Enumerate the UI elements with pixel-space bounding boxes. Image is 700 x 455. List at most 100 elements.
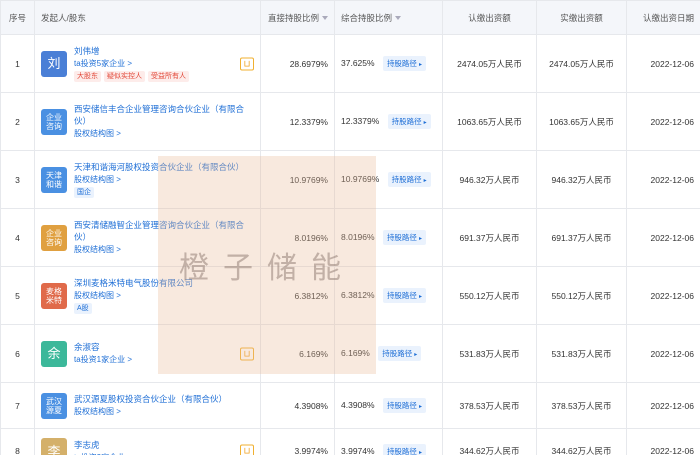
table-row: 3 天津 和谐 天津和谐海河股权投资合伙企业（有限合伙） 股权结构图 > 国企 1… xyxy=(0,150,700,209)
shareholder-name-link[interactable]: 李志虎 xyxy=(74,439,254,451)
shareholder-cell: 天津 和谐 天津和谐海河股权投资合伙企业（有限合伙） 股权结构图 > 国企 xyxy=(34,150,261,209)
tag-list: A股 xyxy=(74,303,254,314)
col-total-ratio[interactable]: 综合持股比例 xyxy=(334,0,443,35)
holding-path-button[interactable]: 持股路径 ▸ xyxy=(382,398,426,413)
holding-path-label: 持股路径 xyxy=(386,446,417,455)
tag: 受益所有人 xyxy=(148,71,189,82)
shareholder-detail-link[interactable]: 股权结构图 > xyxy=(74,243,254,256)
subscribed-amount: 2474.05万人民币 xyxy=(442,34,537,93)
shareholder-cell: 武汉 源夏 武汉源夏股权投资合伙企业（有限合伙） 股权结构图 > xyxy=(34,382,261,429)
col-paid: 实缴出资额 xyxy=(536,0,627,35)
direct-ratio: 6.169% xyxy=(260,324,335,383)
paid-amount: 691.37万人民币 xyxy=(536,208,627,267)
shareholder-name-link[interactable]: 天津和谐海河股权投资合伙企业（有限合伙） xyxy=(74,161,254,173)
shareholder-detail-link[interactable]: ta投资2家企业 > xyxy=(74,451,254,455)
row-index: 2 xyxy=(0,92,35,151)
avatar: 企业 咨询 xyxy=(41,224,67,251)
paid-amount: 550.12万人民币 xyxy=(536,266,627,325)
triangle-right-icon: ▸ xyxy=(418,236,422,242)
shareholder-detail-link[interactable]: 股权结构图 > xyxy=(74,289,254,302)
shareholder-name-link[interactable]: 深圳麦格米特电气股份有限公司 xyxy=(74,277,254,289)
table-row: 5 麦格 米特 深圳麦格米特电气股份有限公司 股权结构图 > A股 6.3812%… xyxy=(0,266,700,325)
holding-path-label: 持股路径 xyxy=(386,291,417,300)
shareholder-detail-link[interactable]: 股权结构图 > xyxy=(74,127,254,140)
shareholder-name-link[interactable]: 西安储信丰合企业管理咨询合伙企业（有限合伙） xyxy=(74,103,254,127)
row-index: 3 xyxy=(0,150,35,209)
total-ratio: 37.625% xyxy=(341,57,375,68)
subscribed-amount: 946.32万人民币 xyxy=(442,150,537,209)
total-ratio: 8.0196% xyxy=(341,231,375,242)
subscribed-amount: 531.83万人民币 xyxy=(442,324,537,383)
table-row: 2 企业 咨询 西安储信丰合企业管理咨询合伙企业（有限合伙） 股权结构图 > 12… xyxy=(0,92,700,151)
triangle-right-icon: ▸ xyxy=(423,178,427,184)
holding-path-label: 持股路径 xyxy=(391,117,422,126)
shareholder-cell: 麦格 米特 深圳麦格米特电气股份有限公司 股权结构图 > A股 xyxy=(34,266,261,325)
holding-path-button[interactable]: 持股路径 ▸ xyxy=(387,114,431,129)
holding-path-button[interactable]: 持股路径 ▸ xyxy=(382,288,426,303)
tag: 大股东 xyxy=(74,71,101,82)
avatar: 企业 咨询 xyxy=(41,108,67,135)
total-ratio: 12.3379% xyxy=(341,115,380,126)
holding-path-label: 持股路径 xyxy=(386,401,417,410)
total-ratio-cell: 6.3812% 持股路径 ▸ xyxy=(334,266,443,325)
shareholder-name-link[interactable]: 西安清储融智企业管理咨询合伙企业（有限合伙） xyxy=(74,219,254,243)
shareholder-detail-link[interactable]: ta投资5家企业 > xyxy=(74,57,254,70)
triangle-right-icon: ▸ xyxy=(414,352,418,358)
table-row: 4 企业 咨询 西安清储融智企业管理咨询合伙企业（有限合伙） 股权结构图 > 8.… xyxy=(0,208,700,267)
col-subscribed: 认缴出资额 xyxy=(442,0,537,35)
table-row: 6 余 余淑容 ta投资1家企业 > ⊔ 6.169% 6.169% 持股路径 ▸… xyxy=(0,324,700,383)
triangle-right-icon: ▸ xyxy=(418,294,422,300)
holding-path-button[interactable]: 持股路径 ▸ xyxy=(387,172,431,187)
triangle-right-icon: ▸ xyxy=(418,404,422,410)
total-ratio: 6.169% xyxy=(341,347,370,358)
direct-ratio: 12.3379% xyxy=(260,92,335,151)
direct-ratio: 28.6979% xyxy=(260,34,335,93)
total-ratio-cell: 3.9974% 持股路径 ▸ xyxy=(334,428,443,455)
avatar: 天津 和谐 xyxy=(41,166,67,193)
avatar: 麦格 米特 xyxy=(41,282,67,309)
shareholder-detail-link[interactable]: ta投资1家企业 > xyxy=(74,353,254,366)
subscribe-date: 2022-12-06 xyxy=(626,150,700,209)
shareholder-detail-link[interactable]: 股权结构图 > xyxy=(74,173,254,186)
avatar: 余 xyxy=(41,340,67,367)
col-shareholder: 发起人/股东 xyxy=(34,0,261,35)
shareholder-name-link[interactable]: 刘伟增 xyxy=(74,45,254,57)
subscribe-date: 2022-12-06 xyxy=(626,382,700,429)
row-index: 8 xyxy=(0,428,35,455)
holding-path-label: 持股路径 xyxy=(386,59,417,68)
col-date: 认缴出资日期 xyxy=(626,0,700,35)
row-index: 4 xyxy=(0,208,35,267)
shareholder-cell: 企业 咨询 西安清储融智企业管理咨询合伙企业（有限合伙） 股权结构图 > xyxy=(34,208,261,267)
paid-amount: 344.62万人民币 xyxy=(536,428,627,455)
holding-path-label: 持股路径 xyxy=(382,349,413,358)
holding-path-button[interactable]: 持股路径 ▸ xyxy=(382,56,426,71)
shareholder-cell: 企业 咨询 西安储信丰合企业管理咨询合伙企业（有限合伙） 股权结构图 > xyxy=(34,92,261,151)
total-ratio-cell: 4.3908% 持股路径 ▸ xyxy=(334,382,443,429)
paid-amount: 531.83万人民币 xyxy=(536,324,627,383)
holding-path-button[interactable]: 持股路径 ▸ xyxy=(378,346,422,361)
subscribed-amount: 1063.65万人民币 xyxy=(442,92,537,151)
paid-amount: 946.32万人民币 xyxy=(536,150,627,209)
shareholder-detail-link[interactable]: 股权结构图 > xyxy=(74,405,254,418)
total-ratio-cell: 37.625% 持股路径 ▸ xyxy=(334,34,443,93)
total-ratio-cell: 10.9769% 持股路径 ▸ xyxy=(334,150,443,209)
total-ratio-cell: 12.3379% 持股路径 ▸ xyxy=(334,92,443,151)
triangle-right-icon: ▸ xyxy=(418,449,422,455)
download-icon[interactable]: ⊔ xyxy=(240,444,254,455)
shareholder-name-link[interactable]: 武汉源夏股权投资合伙企业（有限合伙） xyxy=(74,393,254,405)
download-icon[interactable]: ⊔ xyxy=(240,347,254,360)
subscribed-amount: 378.53万人民币 xyxy=(442,382,537,429)
subscribe-date: 2022-12-06 xyxy=(626,428,700,455)
subscribe-date: 2022-12-06 xyxy=(626,34,700,93)
download-icon[interactable]: ⊔ xyxy=(240,57,254,70)
holding-path-button[interactable]: 持股路径 ▸ xyxy=(382,230,426,245)
shareholder-cell: 李 李志虎 ta投资2家企业 > ⊔ xyxy=(34,428,261,455)
shareholder-table: 序号 发起人/股东 直接持股比例 综合持股比例 认缴出资额 实缴出资额 认缴出资… xyxy=(0,0,700,455)
holding-path-label: 持股路径 xyxy=(386,233,417,242)
shareholder-name-link[interactable]: 余淑容 xyxy=(74,341,254,353)
col-direct-ratio[interactable]: 直接持股比例 xyxy=(260,0,335,35)
avatar: 刘 xyxy=(41,50,67,77)
holding-path-button[interactable]: 持股路径 ▸ xyxy=(382,443,426,455)
total-ratio: 10.9769% xyxy=(341,173,380,184)
direct-ratio: 3.9974% xyxy=(260,428,335,455)
